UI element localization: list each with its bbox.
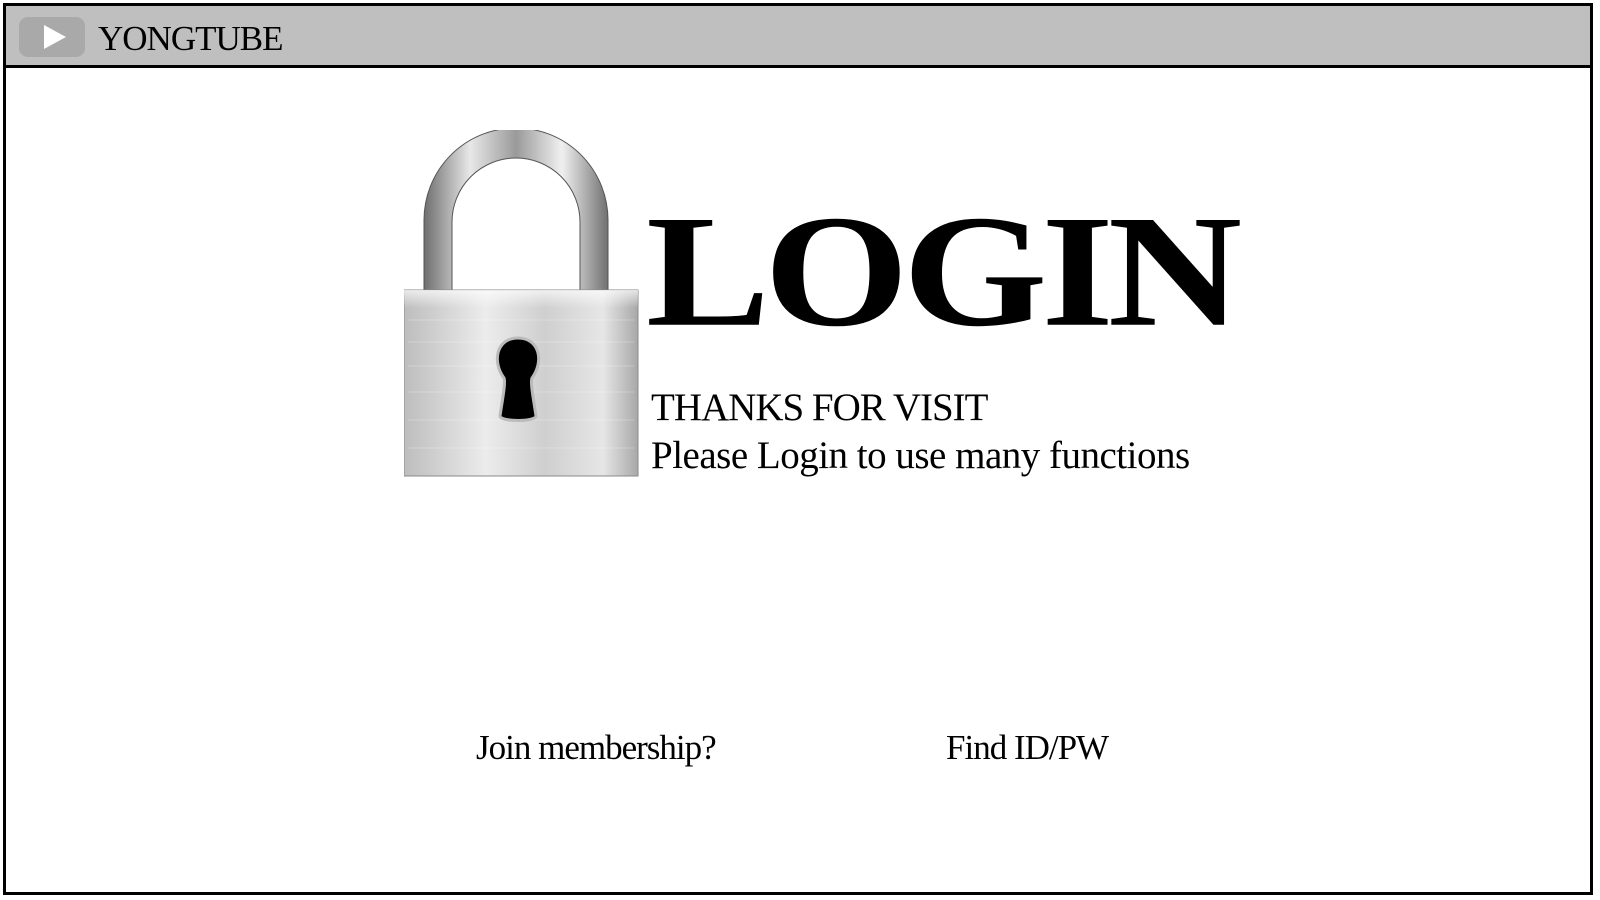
join-membership-link[interactable]: Join membership? [476, 728, 717, 768]
login-message: Please Login to use many functions [651, 434, 1190, 477]
brand-name[interactable]: YONGTUBE [98, 19, 283, 59]
page-title: LOGIN [646, 182, 1242, 360]
play-icon [44, 25, 66, 49]
home-logo-button[interactable] [19, 17, 85, 57]
find-id-pw-link[interactable]: Find ID/PW [946, 728, 1109, 768]
padlock-icon [404, 130, 639, 477]
app-window: YONGTUBE LOGIN THANKS FOR VISIT Please L… [3, 3, 1593, 895]
top-bar: YONGTUBE [6, 6, 1590, 68]
thanks-text: THANKS FOR VISIT [651, 386, 988, 429]
